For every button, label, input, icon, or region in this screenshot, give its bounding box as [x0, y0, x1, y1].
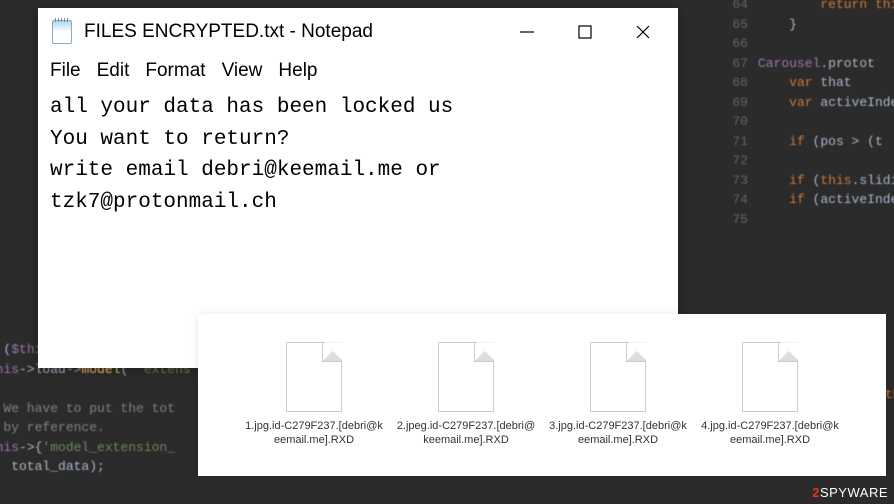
file-name: 1.jpg.id-C279F237.[debri@keemail.me].RXD — [244, 420, 384, 448]
menu-edit[interactable]: Edit — [97, 60, 130, 82]
close-button[interactable] — [628, 17, 658, 47]
file-icon — [590, 342, 646, 412]
file-icon — [742, 342, 798, 412]
menu-view[interactable]: View — [222, 60, 263, 82]
notepad-icon — [52, 20, 72, 44]
maximize-button[interactable] — [570, 17, 600, 47]
file-name: 3.jpg.id-C279F237.[debri@keemail.me].RXD — [548, 420, 688, 448]
file-name: 2.jpeg.id-C279F237.[debri@keemail.me].RX… — [396, 420, 536, 448]
menubar: File Edit Format View Help — [38, 56, 678, 90]
file-item[interactable]: 1.jpg.id-C279F237.[debri@keemail.me].RXD — [244, 342, 384, 448]
file-item[interactable]: 2.jpeg.id-C279F237.[debri@keemail.me].RX… — [396, 342, 536, 448]
titlebar[interactable]: FILES ENCRYPTED.txt - Notepad — [38, 8, 678, 56]
file-item[interactable]: 3.jpg.id-C279F237.[debri@keemail.me].RXD — [548, 342, 688, 448]
minimize-button[interactable] — [512, 17, 542, 47]
menu-file[interactable]: File — [50, 60, 81, 82]
files-panel: 1.jpg.id-C279F237.[debri@keemail.me].RXD… — [198, 314, 886, 476]
file-item[interactable]: 4.jpg.id-C279F237.[debri@keemail.me].RXD — [700, 342, 840, 448]
menu-format[interactable]: Format — [145, 60, 205, 82]
file-name: 4.jpg.id-C279F237.[debri@keemail.me].RXD — [700, 420, 840, 448]
watermark-text: SPYWARE — [820, 485, 888, 500]
file-icon — [286, 342, 342, 412]
file-icon — [438, 342, 494, 412]
menu-help[interactable]: Help — [278, 60, 317, 82]
watermark: 2SPYWARE — [812, 485, 888, 500]
window-title: FILES ENCRYPTED.txt - Notepad — [84, 21, 512, 43]
